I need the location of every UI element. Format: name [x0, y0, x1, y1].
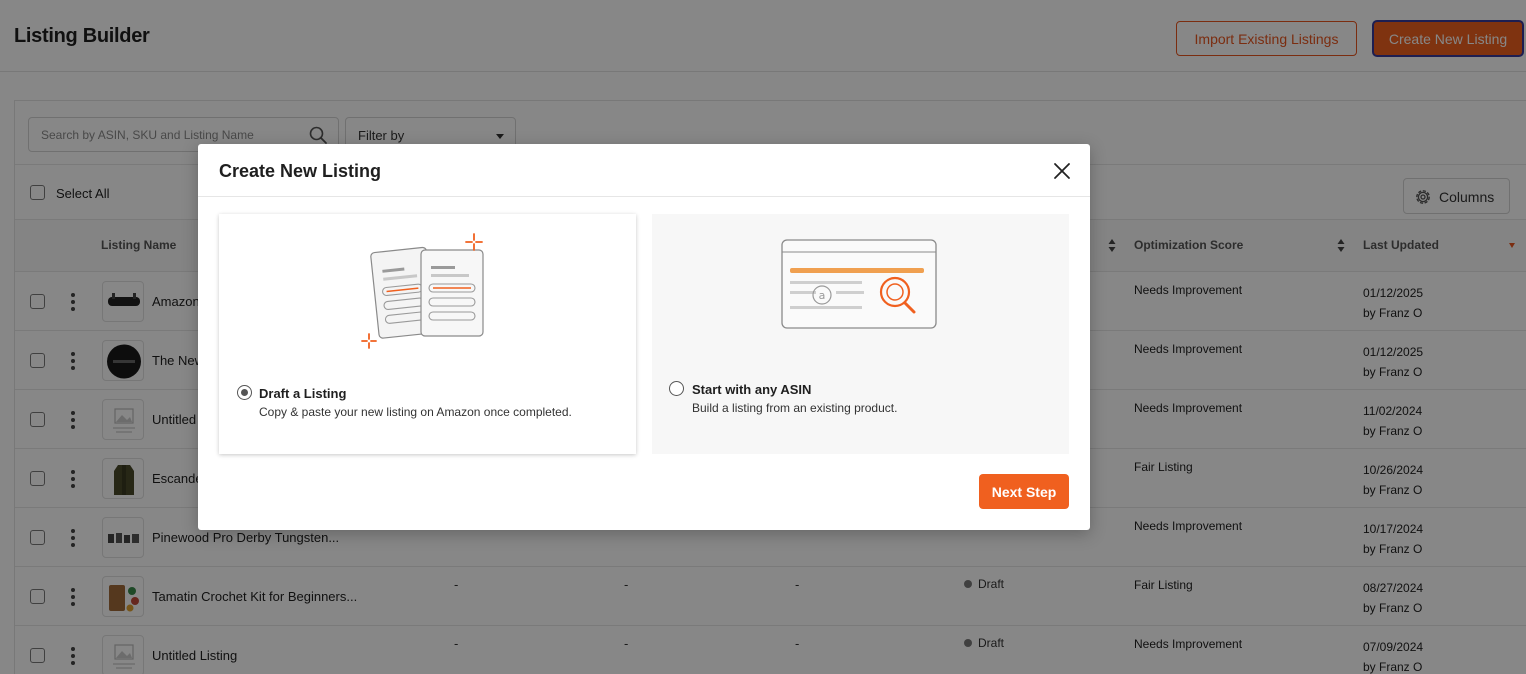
document-stack-icon — [361, 233, 484, 349]
modal-header: Create New Listing — [198, 144, 1090, 197]
option-draft-listing[interactable]: Draft a Listing Copy & paste your new li… — [219, 214, 636, 454]
option-start-with-asin[interactable]: a Start with any ASIN Build a listing fr… — [652, 214, 1069, 454]
start-with-asin-radio[interactable] — [669, 381, 684, 396]
modal-title: Create New Listing — [219, 161, 382, 181]
close-icon[interactable] — [1052, 161, 1072, 181]
svg-text:a: a — [819, 289, 826, 302]
option-title: Start with any ASIN — [692, 382, 812, 397]
create-listing-modal: Create New Listing Draft a Listing Copy … — [198, 144, 1090, 530]
draft-listing-radio[interactable] — [237, 385, 252, 400]
asin-search-icon: a — [781, 239, 937, 329]
option-subtitle: Build a listing from an existing product… — [692, 401, 898, 415]
next-step-button[interactable]: Next Step — [979, 474, 1069, 509]
option-title: Draft a Listing — [259, 386, 347, 401]
option-subtitle: Copy & paste your new listing on Amazon … — [259, 405, 572, 419]
